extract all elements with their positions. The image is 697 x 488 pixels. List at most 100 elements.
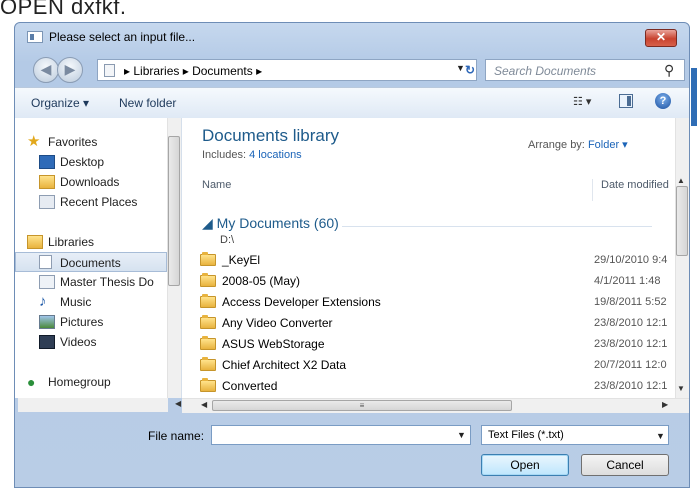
sidebar-item-label: Music bbox=[60, 295, 92, 309]
file-list-pane: Documents library Includes: 4 locations … bbox=[182, 118, 689, 398]
file-date: 23/8/2010 12:1 bbox=[594, 380, 668, 392]
navigation-scroll-thumb[interactable] bbox=[168, 136, 180, 286]
folder-icon bbox=[200, 378, 216, 392]
navigation-pane: ★ Favorites Desktop Downloads Recent Pla… bbox=[15, 118, 182, 398]
arrange-dropdown[interactable]: Folder ▾ bbox=[588, 139, 628, 151]
window-icon bbox=[27, 31, 43, 43]
navigation-hscrollbar[interactable] bbox=[18, 398, 168, 412]
address-bar[interactable]: ▸ Libraries ▸ Documents ▸ ▼ bbox=[97, 59, 477, 81]
address-path[interactable]: ▸ Libraries ▸ Documents ▸ bbox=[124, 64, 262, 78]
desktop-icon bbox=[39, 155, 55, 169]
hscroll-thumb[interactable]: ≡ bbox=[212, 400, 512, 411]
file-name: Access Developer Extensions bbox=[222, 295, 381, 309]
sidebar-item-label: Desktop bbox=[60, 155, 105, 169]
help-icon[interactable]: ? bbox=[655, 93, 671, 109]
sidebar-item-label: Pictures bbox=[60, 315, 104, 329]
cancel-button[interactable]: Cancel bbox=[581, 454, 669, 476]
scroll-right-icon[interactable]: ▶ bbox=[662, 400, 668, 409]
back-button[interactable]: ◀ bbox=[33, 57, 59, 83]
scroll-up-icon[interactable]: ▲ bbox=[677, 176, 685, 185]
dialog-titlebar[interactable]: Please select an input file... ✕ bbox=[15, 23, 689, 53]
sidebar-item-pictures[interactable]: Pictures bbox=[15, 312, 167, 332]
search-input[interactable]: Search Documents ⚲ bbox=[485, 59, 685, 81]
file-date: 20/7/2011 12:0 bbox=[594, 359, 667, 371]
sidebar-item-master-thesis[interactable]: Master Thesis Do bbox=[15, 272, 167, 292]
list-item[interactable]: 2008-05 (May) 4/1/2011 1:48 bbox=[200, 271, 670, 291]
sidebar-item-label: Recent Places bbox=[60, 195, 138, 209]
sidebar-item-homegroup[interactable]: ● Homegroup bbox=[15, 372, 167, 392]
refresh-button[interactable]: ↻ bbox=[460, 60, 480, 80]
list-item[interactable]: ASUS WebStorage 23/8/2010 12:1 bbox=[200, 334, 670, 354]
file-name: _KeyEl bbox=[222, 253, 261, 267]
scroll-left-icon[interactable]: ◀ bbox=[201, 400, 207, 409]
file-date: 29/10/2010 9:4 bbox=[594, 254, 668, 266]
arrange-by: Arrange by: Folder ▾ bbox=[528, 138, 628, 151]
list-item[interactable]: Converted 23/8/2010 12:1 bbox=[200, 376, 670, 396]
sidebar-item-label: Downloads bbox=[60, 175, 120, 189]
file-name: Any Video Converter bbox=[222, 316, 333, 330]
search-placeholder: Search Documents bbox=[494, 64, 597, 78]
sidebar-item-recent-places[interactable]: Recent Places bbox=[15, 192, 167, 212]
sidebar-item-label: Homegroup bbox=[48, 375, 111, 389]
list-item[interactable]: Chief Architect X2 Data 20/7/2011 12:0 bbox=[200, 355, 670, 375]
videos-icon bbox=[39, 335, 55, 349]
close-button[interactable]: ✕ bbox=[645, 29, 677, 47]
locations-link[interactable]: 4 locations bbox=[249, 149, 302, 161]
sidebar-item-favorites[interactable]: ★ Favorites bbox=[15, 132, 167, 152]
file-date: 4/1/2011 1:48 bbox=[594, 275, 661, 287]
open-file-dialog: Please select an input file... ✕ ◀ ▶ ▸ L… bbox=[14, 22, 690, 488]
list-item[interactable]: Access Developer Extensions 19/8/2011 5:… bbox=[200, 292, 670, 312]
sidebar-item-videos[interactable]: Videos bbox=[15, 332, 167, 352]
folder-icon bbox=[200, 273, 216, 287]
sidebar-item-downloads[interactable]: Downloads bbox=[15, 172, 167, 192]
folder-icon bbox=[200, 252, 216, 266]
preview-pane-icon[interactable] bbox=[619, 94, 633, 108]
homegroup-icon: ● bbox=[27, 374, 36, 390]
new-folder-button[interactable]: New folder bbox=[119, 96, 176, 110]
command-toolbar: Organize ▾ New folder ☷ ▾ ? bbox=[15, 87, 689, 119]
column-header-name[interactable]: Name bbox=[202, 179, 231, 191]
sidebar-item-libraries[interactable]: Libraries bbox=[15, 232, 167, 252]
scroll-down-icon[interactable]: ▼ bbox=[677, 384, 685, 393]
sidebar-item-label: Master Thesis Do bbox=[60, 275, 154, 289]
file-list-hscrollbar[interactable]: ◀ ≡ ▶ bbox=[182, 398, 689, 413]
chevron-down-icon: ▼ bbox=[656, 431, 665, 441]
file-name: 2008-05 (May) bbox=[222, 274, 301, 288]
star-icon: ★ bbox=[27, 133, 41, 150]
file-list-scroll-thumb[interactable] bbox=[676, 186, 688, 256]
list-item[interactable]: _KeyEl 29/10/2010 9:4 bbox=[200, 250, 670, 270]
file-list-scrollbar[interactable] bbox=[675, 118, 689, 398]
file-name-input[interactable] bbox=[211, 425, 471, 445]
pictures-icon bbox=[39, 315, 55, 329]
file-type-select[interactable]: Text Files (*.txt) ▼ bbox=[481, 425, 669, 445]
library-includes: Includes: 4 locations bbox=[202, 149, 302, 161]
file-name-dropdown-icon[interactable]: ▼ bbox=[457, 430, 466, 440]
arrange-label: Arrange by: bbox=[528, 139, 585, 151]
group-header[interactable]: ◢ My Documents (60) bbox=[202, 215, 339, 232]
list-item[interactable]: Any Video Converter 23/8/2010 12:1 bbox=[200, 313, 670, 333]
folder-icon bbox=[200, 315, 216, 329]
address-folder-icon bbox=[104, 64, 115, 77]
library-title: Documents library bbox=[202, 126, 339, 145]
forward-button[interactable]: ▶ bbox=[57, 57, 83, 83]
sidebar-item-label: Favorites bbox=[48, 135, 98, 149]
includes-label: Includes: bbox=[202, 149, 247, 161]
file-name: Chief Architect X2 Data bbox=[222, 358, 347, 372]
file-name: ASUS WebStorage bbox=[222, 337, 325, 351]
recent-places-icon bbox=[39, 195, 55, 209]
group-divider bbox=[342, 226, 652, 227]
folder-icon bbox=[200, 294, 216, 308]
sidebar-item-documents[interactable]: Documents bbox=[15, 252, 167, 272]
open-button[interactable]: Open bbox=[481, 454, 569, 476]
folder-icon bbox=[200, 336, 216, 350]
sidebar-item-desktop[interactable]: Desktop bbox=[15, 152, 167, 172]
views-button[interactable]: ☷ ▾ bbox=[573, 95, 591, 108]
sidebar-item-music[interactable]: ♪ Music bbox=[15, 292, 167, 312]
sidebar-item-label: Videos bbox=[60, 335, 97, 349]
column-header-date-modified[interactable]: Date modified bbox=[592, 179, 669, 201]
file-name-label: File name: bbox=[148, 429, 205, 443]
organize-button[interactable]: Organize ▾ bbox=[31, 96, 89, 110]
document-library-icon bbox=[39, 275, 55, 289]
search-icon[interactable]: ⚲ bbox=[664, 62, 674, 79]
scroll-left-icon[interactable]: ◀ bbox=[175, 399, 181, 408]
